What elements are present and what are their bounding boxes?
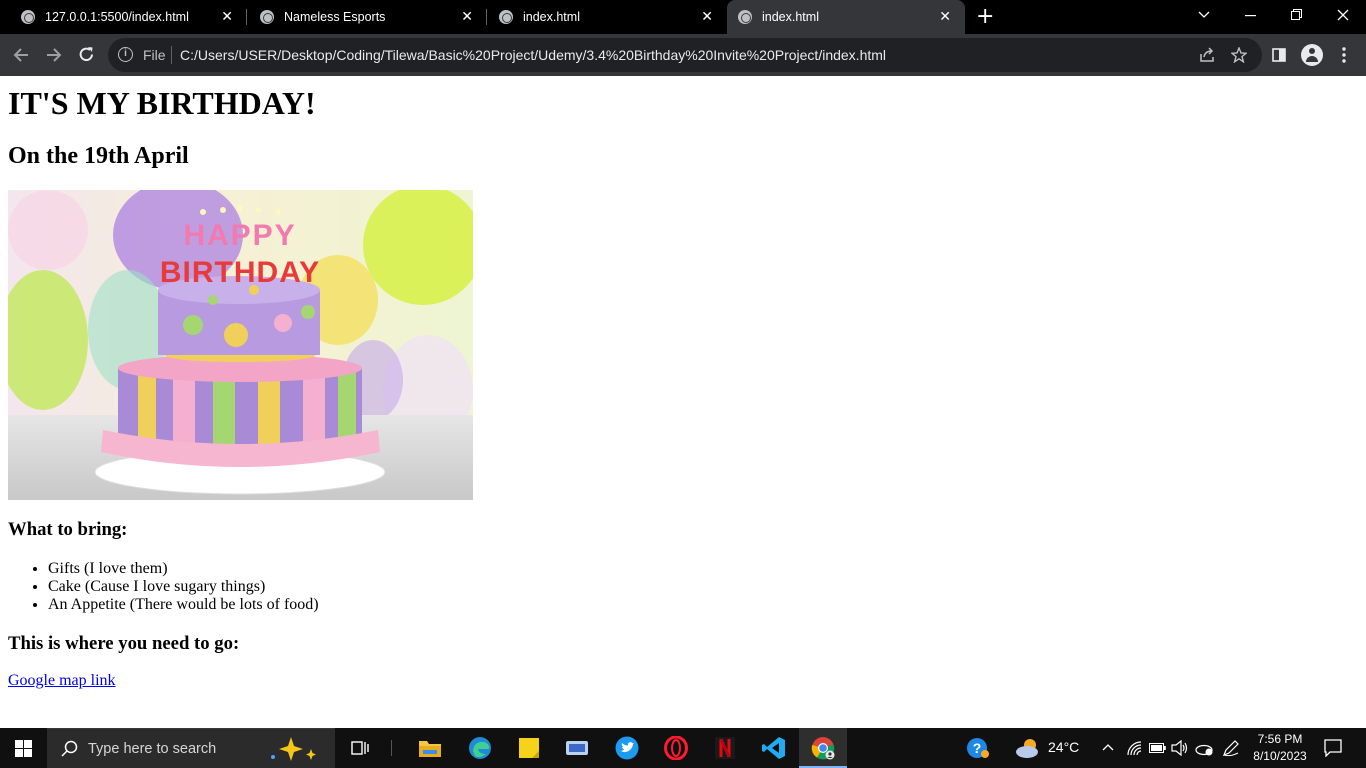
weather-cloud-icon[interactable] bbox=[1014, 736, 1042, 760]
windows-start-icon[interactable] bbox=[15, 740, 32, 757]
taskbar-divider bbox=[391, 740, 392, 756]
twitter-icon[interactable] bbox=[615, 736, 639, 760]
globe-icon bbox=[738, 10, 752, 24]
windows-taskbar: Type here to search ? 24°C 7:56 PM 8/10/… bbox=[0, 728, 1366, 768]
globe-icon bbox=[21, 10, 35, 24]
new-tab-button[interactable]: + bbox=[976, 4, 994, 29]
notifications-icon[interactable] bbox=[1324, 739, 1342, 757]
bring-heading: What to bring: bbox=[8, 519, 128, 540]
close-window-icon[interactable] bbox=[1337, 9, 1349, 21]
side-panel-icon[interactable] bbox=[1272, 48, 1286, 62]
clock-date: 8/10/2023 bbox=[1253, 749, 1307, 763]
task-view-icon[interactable] bbox=[351, 740, 369, 756]
share-icon[interactable] bbox=[1199, 47, 1215, 63]
minimize-icon[interactable] bbox=[1245, 15, 1256, 17]
info-icon[interactable]: i bbox=[118, 47, 133, 62]
sticky-notes-icon[interactable] bbox=[517, 736, 541, 760]
close-tab-icon[interactable]: ✕ bbox=[701, 9, 713, 25]
scheme-label: File bbox=[143, 47, 166, 63]
tab-title: index.html bbox=[523, 10, 580, 24]
close-tab-icon[interactable]: ✕ bbox=[939, 9, 951, 25]
search-placeholder: Type here to search bbox=[88, 741, 217, 757]
reload-icon[interactable] bbox=[78, 46, 95, 63]
vscode-icon[interactable] bbox=[762, 736, 786, 760]
taskbar-search-box[interactable]: Type here to search bbox=[47, 728, 335, 768]
location-heading: This is where you need to go: bbox=[8, 633, 240, 654]
file-explorer-icon[interactable] bbox=[418, 736, 442, 760]
tab-search-chevron-icon[interactable] bbox=[1198, 11, 1210, 19]
search-highlight-sparkle-icon bbox=[271, 737, 316, 761]
google-map-link[interactable]: Google map link bbox=[8, 672, 116, 690]
globe-icon bbox=[499, 10, 513, 24]
svg-text:?: ? bbox=[973, 740, 982, 756]
volume-icon[interactable] bbox=[1171, 740, 1189, 756]
birthday-cake-image: HAPPY BIRTHDAY bbox=[8, 190, 473, 500]
address-bar[interactable]: i File C:/Users/USER/Desktop/Coding/Tile… bbox=[108, 38, 1262, 72]
onedrive-cloud-icon[interactable] bbox=[1195, 740, 1213, 756]
tab-title: Nameless Esports bbox=[284, 10, 386, 24]
list-item: An Appetite (There would be lots of food… bbox=[48, 596, 319, 614]
help-icon[interactable]: ? bbox=[966, 737, 990, 759]
search-icon bbox=[61, 740, 78, 757]
globe-icon bbox=[260, 10, 274, 24]
svg-text:HAPPY: HAPPY bbox=[183, 219, 296, 252]
chrome-taskbar-button-active[interactable] bbox=[799, 728, 847, 768]
battery-icon[interactable] bbox=[1149, 742, 1166, 754]
weather-temperature[interactable]: 24°C bbox=[1048, 739, 1079, 755]
clock[interactable]: 7:56 PM 8/10/2023 bbox=[1250, 731, 1310, 765]
svg-text:BIRTHDAY: BIRTHDAY bbox=[160, 256, 320, 289]
edge-icon[interactable] bbox=[468, 736, 492, 760]
close-tab-icon[interactable]: ✕ bbox=[461, 9, 473, 25]
tab-title: 127.0.0.1:5500/index.html bbox=[45, 10, 189, 24]
url-text[interactable]: C:/Users/USER/Desktop/Coding/Tilewa/Basi… bbox=[180, 47, 886, 63]
page-content: IT'S MY BIRTHDAY! On the 19th April HAPP… bbox=[0, 76, 1366, 728]
date-heading: On the 19th April bbox=[8, 143, 189, 169]
address-separator bbox=[171, 46, 172, 64]
bring-list: Gifts (I love them) Cake (Cause I love s… bbox=[48, 560, 319, 614]
pen-icon[interactable] bbox=[1222, 739, 1240, 757]
tab-4-active[interactable]: index.html ✕ bbox=[727, 0, 965, 34]
bookmark-star-icon[interactable] bbox=[1231, 47, 1247, 63]
list-item: Cake (Cause I love sugary things) bbox=[48, 578, 319, 596]
tab-title: index.html bbox=[762, 10, 819, 24]
browser-toolbar: i File C:/Users/USER/Desktop/Coding/Tile… bbox=[0, 34, 1366, 76]
netflix-icon[interactable] bbox=[713, 736, 737, 760]
list-item: Gifts (I love them) bbox=[48, 560, 319, 578]
page-heading: IT'S MY BIRTHDAY! bbox=[8, 85, 316, 121]
wifi-icon[interactable] bbox=[1126, 740, 1142, 756]
forward-icon[interactable] bbox=[46, 47, 62, 63]
tab-3[interactable]: index.html ✕ bbox=[487, 0, 727, 34]
close-tab-icon[interactable]: ✕ bbox=[221, 9, 233, 25]
clock-time: 7:56 PM bbox=[1257, 732, 1303, 746]
tab-strip: 127.0.0.1:5500/index.html ✕ Nameless Esp… bbox=[0, 0, 1366, 34]
tab-1[interactable]: 127.0.0.1:5500/index.html ✕ bbox=[0, 0, 247, 34]
network-app-icon[interactable] bbox=[565, 736, 589, 760]
profile-avatar-icon[interactable] bbox=[1301, 44, 1323, 66]
more-menu-icon[interactable] bbox=[1341, 47, 1347, 63]
show-hidden-icons-chevron-icon[interactable] bbox=[1102, 743, 1114, 751]
restore-icon[interactable] bbox=[1291, 9, 1303, 21]
back-icon[interactable] bbox=[13, 47, 29, 63]
opera-icon[interactable] bbox=[664, 736, 688, 760]
tab-2[interactable]: Nameless Esports ✕ bbox=[247, 0, 487, 34]
chrome-icon bbox=[811, 737, 835, 760]
